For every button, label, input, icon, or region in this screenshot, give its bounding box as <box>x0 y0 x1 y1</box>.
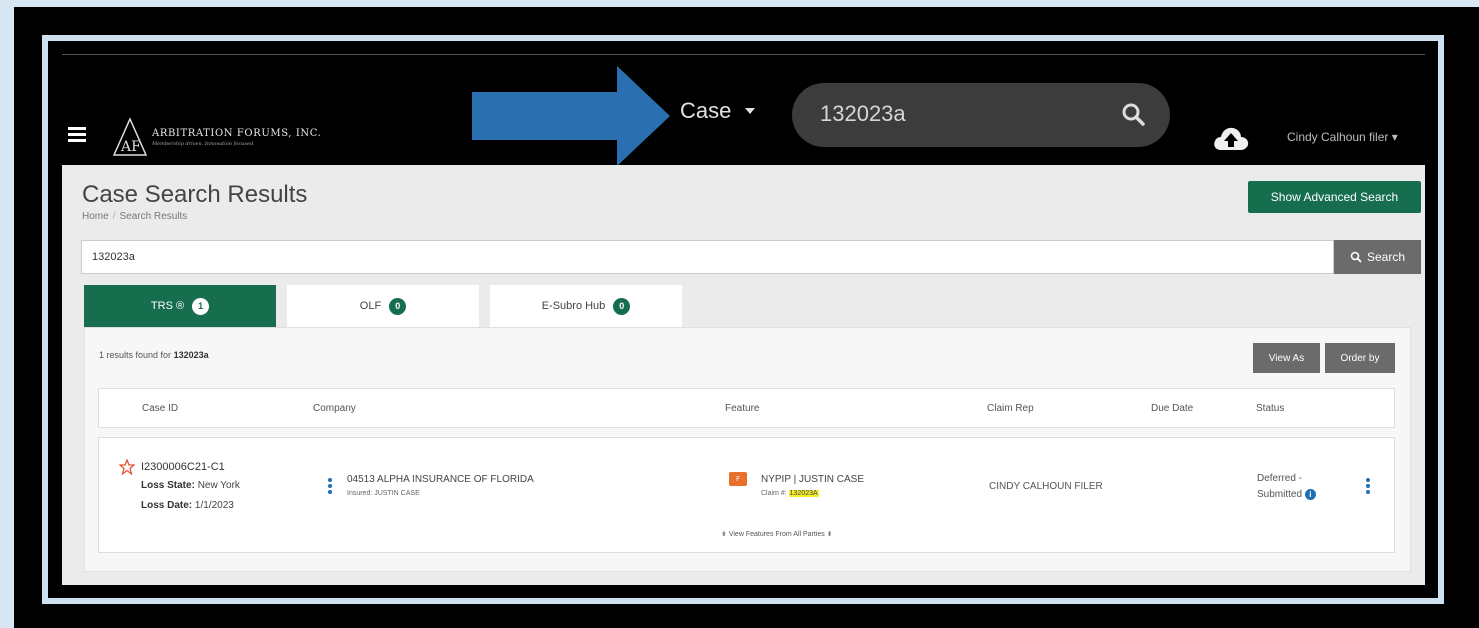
user-name: Cindy Calhoun filer <box>1287 130 1389 144</box>
results-summary-prefix: 1 results found for <box>99 350 172 360</box>
order-by-button[interactable]: Order by <box>1325 343 1395 373</box>
show-advanced-search-button[interactable]: Show Advanced Search <box>1248 181 1421 213</box>
search-scope-label: Case <box>680 98 732 123</box>
caret-down-icon <box>745 108 756 114</box>
content-bottom <box>62 581 1425 585</box>
tab-olf[interactable]: OLF 0 <box>287 285 479 327</box>
search-input[interactable]: 132023a <box>81 240 1334 274</box>
search-button[interactable]: Search <box>1334 240 1421 274</box>
status-line-2: Submitted <box>1257 489 1303 500</box>
case-id-link[interactable]: I2300006C21-C1 <box>141 461 225 473</box>
claim-number-value: 132023A <box>788 490 819 497</box>
loss-state-value: New York <box>197 480 240 491</box>
loss-state: Loss State: New York <box>141 480 240 491</box>
loss-date-value: 1/1/2023 <box>194 500 234 511</box>
tab-esubro-count: 0 <box>613 297 631 315</box>
column-header-claim-rep[interactable]: Claim Rep <box>987 403 1034 414</box>
star-icon[interactable] <box>119 459 135 475</box>
insured-name: Insured: JUSTIN CASE <box>347 490 420 497</box>
row-actions-menu-icon[interactable] <box>1365 478 1371 496</box>
results-summary: 1 results found for 132023a <box>99 350 209 360</box>
column-header-feature[interactable]: Feature <box>725 403 759 414</box>
view-as-button[interactable]: View As <box>1253 343 1320 373</box>
status: Deferred - Submitted i <box>1257 471 1316 503</box>
tab-olf-count: 0 <box>389 297 407 315</box>
column-header-case-id[interactable]: Case ID <box>142 403 178 414</box>
search-button-label: Search <box>1366 250 1406 264</box>
tab-trs-count: 1 <box>192 297 210 315</box>
tab-olf-label: OLF <box>359 300 382 312</box>
view-features-link[interactable]: ⇟ View Features From All Parties ⇟ <box>721 530 833 538</box>
feature-badge: F <box>729 472 747 486</box>
page-title: Case Search Results <box>82 181 308 208</box>
user-menu[interactable]: Cindy Calhoun filer ▾ <box>1287 130 1398 144</box>
loss-date: Loss Date: 1/1/2023 <box>141 500 234 511</box>
column-header-status[interactable]: Status <box>1256 403 1284 414</box>
loss-date-label: Loss Date: <box>141 500 193 511</box>
tab-esubro-label: E-Subro Hub <box>541 300 606 312</box>
search-icon <box>1350 251 1362 263</box>
tab-esubro-hub[interactable]: E-Subro Hub 0 <box>490 285 682 327</box>
claim-number-label: Claim #: <box>761 490 787 497</box>
table-row: I2300006C21-C1 Loss State: New York Loss… <box>98 437 1395 553</box>
claim-rep: CINDY CALHOUN FILER <box>989 481 1103 492</box>
company-menu-icon[interactable] <box>327 478 333 496</box>
info-icon[interactable]: i <box>1304 488 1316 500</box>
column-header-company[interactable]: Company <box>313 403 356 414</box>
svg-text:AF: AF <box>120 139 141 155</box>
breadcrumb: Home / Search Results <box>82 211 188 222</box>
results-summary-query: 132023a <box>173 350 209 360</box>
tab-trs[interactable]: TRS ® 1 <box>84 285 276 327</box>
header-search-input[interactable]: 132023a <box>820 101 906 127</box>
breadcrumb-current: Search Results <box>119 211 188 222</box>
breadcrumb-home[interactable]: Home <box>82 211 109 222</box>
logo-subtitle: Membership driven. Innovation focused. <box>152 140 255 147</box>
logo-title: ARBITRATION FORUMS, INC. <box>152 127 322 139</box>
status-line-1: Deferred - <box>1257 473 1303 484</box>
company-name: 04513 ALPHA INSURANCE OF FLORIDA <box>347 474 534 485</box>
hamburger-menu-icon[interactable] <box>68 127 86 142</box>
search-icon[interactable] <box>1120 101 1146 127</box>
header-search-bar[interactable]: 132023a <box>792 83 1170 147</box>
double-chevron-down-icon: ⇟ <box>826 531 833 538</box>
claim-number: Claim #: 132023A <box>761 490 819 497</box>
loss-state-label: Loss State: <box>141 480 195 491</box>
cloud-upload-icon[interactable] <box>1212 124 1250 152</box>
search-scope-dropdown[interactable]: Case <box>680 98 756 124</box>
blue-arrow-icon <box>472 66 670 166</box>
tab-trs-label: TRS ® <box>150 300 185 312</box>
double-chevron-down-icon: ⇟ <box>721 531 727 538</box>
feature-name[interactable]: NYPIP | JUSTIN CASE <box>761 474 864 485</box>
logo-mark-icon: AF <box>112 117 148 157</box>
column-header-due-date[interactable]: Due Date <box>1151 403 1193 414</box>
company-logo[interactable]: AF ARBITRATION FORUMS, INC. Membership d… <box>112 114 322 160</box>
view-features-label: View Features From All Parties <box>728 531 825 538</box>
table-header: Case ID Company Feature Claim Rep Due Da… <box>98 388 1395 428</box>
